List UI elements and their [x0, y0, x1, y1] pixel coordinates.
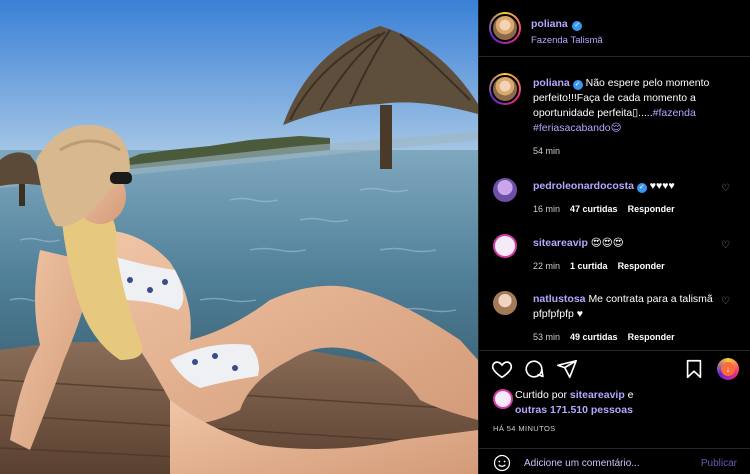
comment-item: siteareavip 😍😍😍 22 min 1 curtida Respond…	[533, 236, 723, 271]
comment-composer: Adicione um comentário... Publicar	[479, 448, 750, 474]
header-divider	[479, 56, 750, 57]
comment-input[interactable]: Adicione um comentário...	[524, 458, 640, 469]
comment-like-heart-icon[interactable]: ♡	[721, 183, 730, 194]
comment-like-heart-icon[interactable]: ♡	[721, 240, 730, 251]
comment-time[interactable]: 53 min	[533, 332, 560, 342]
reply-button[interactable]: Responder	[628, 204, 675, 214]
post-location[interactable]: Fazenda Talismã	[531, 35, 603, 46]
comment-icon[interactable]	[523, 358, 545, 385]
liked-by-avatar[interactable]	[493, 389, 513, 409]
emoji-icon[interactable]	[493, 454, 511, 474]
comment-likes[interactable]: 47 curtidas	[570, 204, 618, 214]
comment-likes[interactable]: 1 curtida	[570, 261, 608, 271]
post-sidebar: poliana ✓ Fazenda Talismã poliana ✓ Não …	[478, 0, 750, 474]
liked-by-prefix: Curtido por	[515, 389, 567, 401]
comment-username[interactable]: pedroleonardocosta	[533, 180, 634, 192]
bookmark-icon[interactable]	[683, 358, 705, 385]
caption-time: 54 min	[533, 146, 561, 156]
verified-badge-icon: ✓	[572, 21, 583, 31]
comment-username[interactable]: siteareavip	[533, 237, 588, 249]
author-avatar[interactable]	[489, 12, 521, 44]
comment-avatar[interactable]	[493, 291, 517, 315]
liked-by-suffix: e	[627, 389, 634, 401]
relieved-emoji: 😌	[610, 122, 622, 134]
caption: poliana ✓ Não espere pelo momento perfei…	[533, 76, 738, 156]
actions-divider	[479, 350, 750, 351]
comment-time[interactable]: 16 min	[533, 204, 560, 214]
reply-button[interactable]: Responder	[628, 332, 675, 342]
liked-by-summary: Curtido por siteareavip e outras 171.510…	[515, 388, 740, 418]
verified-badge-icon: ✓	[572, 80, 583, 90]
publish-button[interactable]: Publicar	[701, 458, 737, 469]
comment-item: natlustosa Me contrata para a talismã pf…	[533, 292, 713, 342]
comment-avatar[interactable]	[493, 178, 517, 202]
share-icon[interactable]	[556, 358, 578, 385]
verified-badge-icon: ✓	[636, 183, 647, 193]
photo-illustration	[0, 0, 478, 474]
comment-item: pedroleonardocosta ✓ ♥♥♥♥ 16 min 47 curt…	[533, 179, 723, 214]
comment-username[interactable]: natlustosa	[533, 293, 586, 305]
reply-button[interactable]: Responder	[618, 261, 665, 271]
gift-sticker-icon[interactable]: ↓	[717, 358, 739, 380]
hashtag-fazenda[interactable]: #fazenda	[653, 107, 696, 119]
post-header: poliana ✓ Fazenda Talismã	[531, 14, 603, 46]
author-username[interactable]: poliana	[531, 18, 568, 30]
liked-by-username[interactable]: siteareavip	[570, 389, 625, 401]
heart-icon[interactable]	[491, 358, 513, 385]
comment-time[interactable]: 22 min	[533, 261, 560, 271]
hashtag-feriasacabando[interactable]: #feriasacabando	[533, 122, 611, 134]
post-timestamp[interactable]: HÁ 54 MINUTOS	[493, 424, 556, 433]
liked-by-others[interactable]: outras 171.510 pessoas	[515, 404, 633, 416]
comment-text: 😍😍😍	[590, 237, 624, 249]
comment-text: ♥♥♥♥	[649, 180, 675, 192]
caption-text: poliana ✓ Não espere pelo momento perfei…	[533, 76, 738, 136]
post-photo[interactable]	[0, 0, 478, 474]
caption-username[interactable]: poliana	[533, 77, 570, 89]
comment-avatar[interactable]	[493, 234, 517, 258]
comment-like-heart-icon[interactable]: ♡	[721, 296, 730, 307]
caption-avatar[interactable]	[489, 73, 521, 105]
comment-likes[interactable]: 49 curtidas	[570, 332, 618, 342]
